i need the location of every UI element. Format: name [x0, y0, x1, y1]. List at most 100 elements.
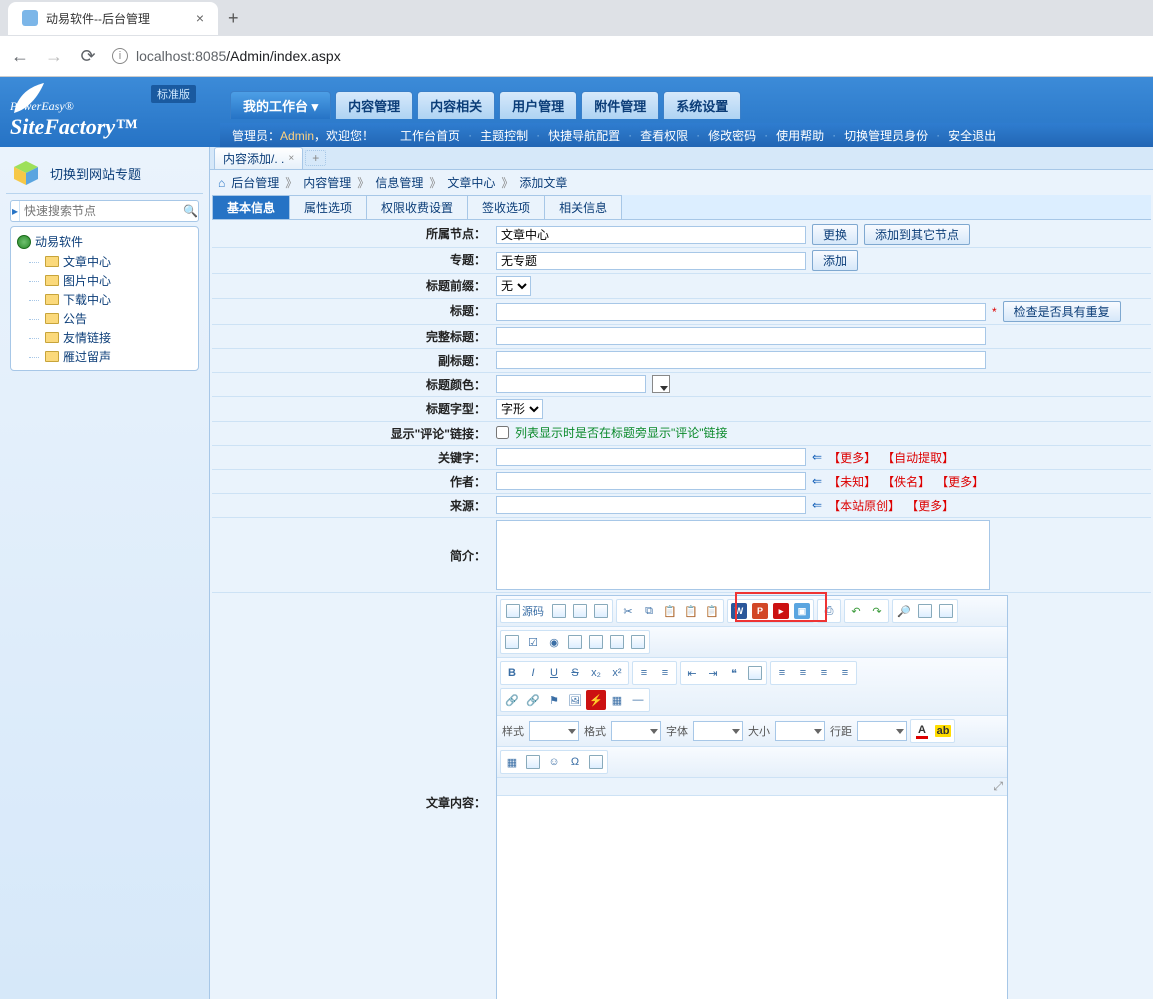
keywords-input[interactable]: [496, 448, 806, 466]
insert-pdf-icon[interactable]: ▸: [771, 601, 791, 621]
align-justify-icon[interactable]: ≡: [835, 663, 855, 683]
subtitle-input[interactable]: [496, 351, 986, 369]
bc-item[interactable]: 后台管理: [231, 174, 279, 191]
align-right-icon[interactable]: ≡: [814, 663, 834, 683]
main-tab-attach[interactable]: 附件管理: [581, 91, 659, 119]
align-center-icon[interactable]: ≡: [793, 663, 813, 683]
numlist-icon[interactable]: ≡: [634, 663, 654, 683]
search-dropdown-icon[interactable]: ▸: [11, 201, 20, 221]
paste-text-icon[interactable]: 📋: [681, 601, 701, 621]
format-select[interactable]: [611, 721, 661, 741]
redo-icon[interactable]: ↷: [867, 601, 887, 621]
form-tab-related[interactable]: 相关信息: [544, 195, 622, 219]
outdent-icon[interactable]: ⇤: [682, 663, 702, 683]
main-tab-system[interactable]: 系统设置: [663, 91, 741, 119]
select-icon[interactable]: [607, 632, 627, 652]
titlefont-select[interactable]: 字形: [496, 399, 543, 419]
textfield-icon[interactable]: [565, 632, 585, 652]
tree-item-links[interactable]: 友情链接: [15, 328, 194, 347]
topic-add-button[interactable]: 添加: [812, 250, 858, 271]
sidebar-switch-label[interactable]: 切换到网站专题: [50, 164, 141, 183]
button-icon[interactable]: [628, 632, 648, 652]
flash-icon[interactable]: ⚡: [586, 690, 606, 710]
main-tab-workbench[interactable]: 我的工作台 ▾: [230, 91, 331, 119]
url-display[interactable]: i localhost:8085/Admin/index.aspx: [112, 48, 341, 64]
copy-icon[interactable]: ⧉: [639, 601, 659, 621]
fulltitle-input[interactable]: [496, 327, 986, 345]
subscript-icon[interactable]: x₂: [586, 663, 606, 683]
maximize-icon[interactable]: ⤢: [993, 779, 1003, 793]
tab-close-icon[interactable]: ×: [196, 10, 204, 26]
sublink-theme[interactable]: 主题控制: [476, 127, 532, 144]
back-button[interactable]: ←: [10, 46, 30, 67]
node-input[interactable]: [496, 226, 806, 244]
preview-icon[interactable]: [591, 601, 611, 621]
save-icon[interactable]: [549, 601, 569, 621]
add-content-tab[interactable]: +: [305, 150, 326, 166]
selectall-icon[interactable]: [936, 601, 956, 621]
bullist-icon[interactable]: ≡: [655, 663, 675, 683]
main-tab-related[interactable]: 内容相关: [417, 91, 495, 119]
replace-icon[interactable]: [915, 601, 935, 621]
bc-item[interactable]: 文章中心: [447, 174, 495, 191]
hr-icon[interactable]: —: [628, 690, 648, 710]
undo-icon[interactable]: ↶: [846, 601, 866, 621]
pagebreak-icon[interactable]: [586, 752, 606, 772]
main-tab-user[interactable]: 用户管理: [499, 91, 577, 119]
bc-item[interactable]: 添加文章: [519, 174, 567, 191]
form-tab-perm[interactable]: 权限收费设置: [366, 195, 468, 219]
link-icon[interactable]: 🔗: [502, 690, 522, 710]
intro-textarea[interactable]: [496, 520, 990, 590]
bc-item[interactable]: 内容管理: [303, 174, 351, 191]
sublink-help[interactable]: 使用帮助: [772, 127, 828, 144]
indent-icon[interactable]: ⇥: [703, 663, 723, 683]
prefix-select[interactable]: 无: [496, 276, 531, 296]
showcomment-checkbox[interactable]: [496, 426, 509, 439]
form-tab-attr[interactable]: 属性选项: [289, 195, 367, 219]
lineheight-select[interactable]: [857, 721, 907, 741]
author-input[interactable]: [496, 472, 806, 490]
browser-tab[interactable]: 动易软件--后台管理 ×: [8, 2, 218, 35]
tree-item-notice[interactable]: 公告: [15, 309, 194, 328]
newpage-icon[interactable]: [570, 601, 590, 621]
tree-root[interactable]: 动易软件: [15, 231, 194, 252]
size-select[interactable]: [775, 721, 825, 741]
form-tab-basic[interactable]: 基本信息: [212, 195, 290, 219]
smiley-icon[interactable]: ☺: [544, 752, 564, 772]
insert-word-icon[interactable]: W: [729, 601, 749, 621]
titlecolor-input[interactable]: [496, 375, 646, 393]
main-tab-content[interactable]: 内容管理: [335, 91, 413, 119]
radio-icon[interactable]: ◉: [544, 632, 564, 652]
sublink-quicknav[interactable]: 快捷导航配置: [544, 127, 624, 144]
node-change-button[interactable]: 更换: [812, 224, 858, 245]
au-anon-link[interactable]: 【佚名】: [882, 473, 930, 490]
bold-icon[interactable]: B: [502, 663, 522, 683]
site-info-icon[interactable]: i: [112, 48, 128, 64]
source-button[interactable]: 源码: [502, 601, 548, 621]
textarea-icon[interactable]: [586, 632, 606, 652]
form-tab-sign[interactable]: 签收选项: [467, 195, 545, 219]
new-tab-button[interactable]: +: [218, 2, 249, 35]
content-tab-add[interactable]: 内容添加/. .×: [214, 147, 303, 169]
src-orig-link[interactable]: 【本站原创】: [828, 497, 900, 514]
align-left-icon[interactable]: ≡: [772, 663, 792, 683]
source-input[interactable]: [496, 496, 806, 514]
topic-input[interactable]: [496, 252, 806, 270]
cut-icon[interactable]: ✂: [618, 601, 638, 621]
search-input[interactable]: [20, 201, 183, 221]
strike-icon[interactable]: S: [565, 663, 585, 683]
image-icon[interactable]: 🖼: [565, 690, 585, 710]
bc-item[interactable]: 信息管理: [375, 174, 423, 191]
table-icon[interactable]: ▦: [607, 690, 627, 710]
search-icon[interactable]: 🔍: [183, 201, 198, 221]
sublink-logout[interactable]: 安全退出: [944, 127, 1000, 144]
node-addother-button[interactable]: 添加到其它节点: [864, 224, 970, 245]
forward-button[interactable]: →: [44, 46, 64, 67]
sublink-perm[interactable]: 查看权限: [636, 127, 692, 144]
insert-image-icon[interactable]: ▣: [792, 601, 812, 621]
kw-more-link[interactable]: 【更多】: [828, 449, 876, 466]
color-picker-button[interactable]: [652, 375, 670, 393]
checkbox-icon[interactable]: ☑: [523, 632, 543, 652]
style-select[interactable]: [529, 721, 579, 741]
textcolor-icon[interactable]: A: [912, 721, 932, 741]
